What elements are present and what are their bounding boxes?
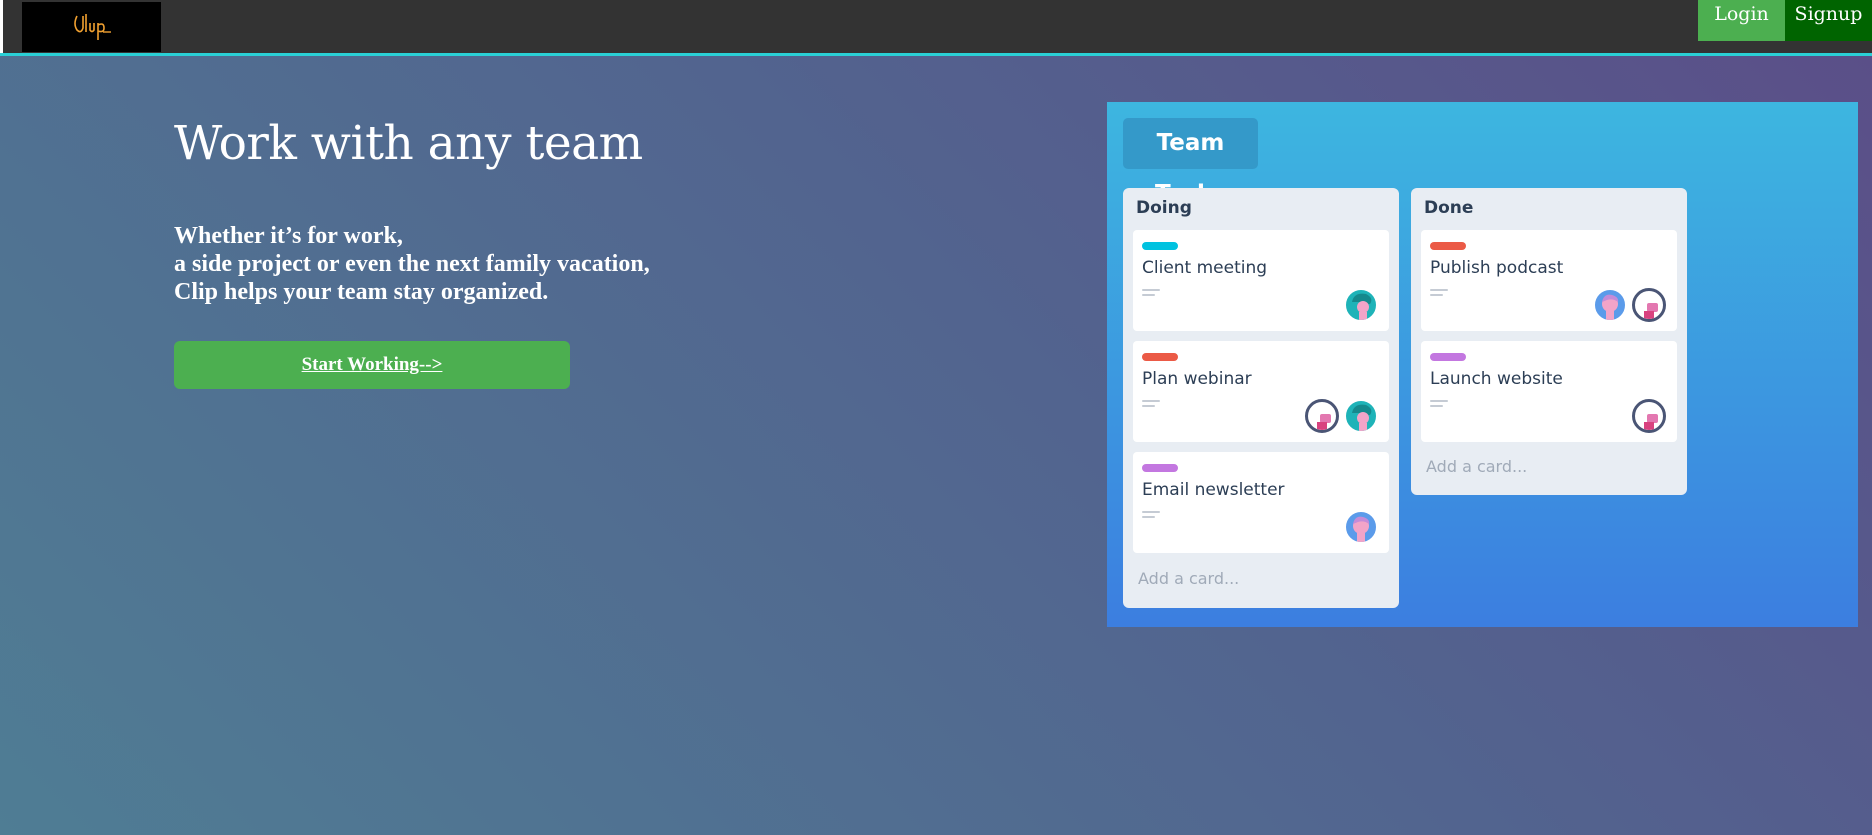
avatar (1593, 288, 1627, 322)
card-label (1430, 353, 1466, 361)
list-title: Doing (1136, 198, 1192, 218)
avatar (1344, 288, 1378, 322)
avatar (1344, 510, 1378, 544)
logo[interactable] (22, 2, 161, 52)
board-title: Team Tasks (1123, 118, 1258, 207)
avatar-face-icon (1352, 293, 1372, 320)
hero-subtitle-line: a side project or even the next family v… (174, 251, 650, 277)
description-icon (1430, 400, 1448, 410)
description-icon (1142, 289, 1160, 299)
navbar: Login Signup (0, 0, 1872, 56)
avatar-face-icon (1602, 294, 1619, 320)
card-title: Client meeting (1142, 258, 1268, 278)
avatar (1344, 399, 1378, 433)
card-title: Plan webinar (1142, 369, 1252, 389)
card-label (1142, 464, 1178, 472)
card-label (1142, 353, 1178, 361)
avatar-face-icon (1644, 414, 1658, 430)
hero-subtitle-line: Whether it’s for work, (174, 223, 403, 249)
list-done: Done Publish podcast Launch website Add … (1411, 188, 1687, 495)
hero-subtitle-line: Clip helps your team stay organized. (174, 279, 549, 305)
card-launch-website[interactable]: Launch website (1421, 341, 1677, 442)
description-icon (1142, 511, 1160, 521)
add-card-button[interactable]: Add a card... (1426, 457, 1527, 476)
description-icon (1142, 400, 1160, 410)
card-label (1430, 242, 1466, 250)
card-title: Launch website (1430, 369, 1563, 389)
avatar (1632, 288, 1666, 322)
team-tasks-board: Team Tasks Doing Client meeting Plan web… (1107, 102, 1858, 627)
card-plan-webinar[interactable]: Plan webinar (1133, 341, 1389, 442)
signup-button[interactable]: Signup (1785, 0, 1872, 41)
list-title: Done (1424, 198, 1474, 218)
avatar (1632, 399, 1666, 433)
hero-subtitle: Whether it’s for work, a side project or… (174, 222, 650, 306)
avatar-face-icon (1644, 303, 1658, 319)
card-client-meeting[interactable]: Client meeting (1133, 230, 1389, 331)
description-icon (1430, 289, 1448, 299)
navbar-edge (0, 0, 3, 53)
card-publish-podcast[interactable]: Publish podcast (1421, 230, 1677, 331)
start-working-button[interactable]: Start Working--> (174, 341, 570, 389)
avatar-face-icon (1353, 516, 1370, 542)
card-title: Publish podcast (1430, 258, 1564, 278)
avatar-face-icon (1317, 414, 1331, 430)
login-button[interactable]: Login (1698, 0, 1785, 41)
add-card-button[interactable]: Add a card... (1138, 569, 1239, 588)
clip-logo-icon (74, 14, 111, 40)
card-label (1142, 242, 1178, 250)
hero-title: Work with any team (174, 116, 643, 171)
avatar (1305, 399, 1339, 433)
avatar-face-icon (1352, 404, 1372, 431)
list-doing: Doing Client meeting Plan webinar Email … (1123, 188, 1399, 608)
card-title: Email newsletter (1142, 480, 1285, 500)
card-email-newsletter[interactable]: Email newsletter (1133, 452, 1389, 553)
